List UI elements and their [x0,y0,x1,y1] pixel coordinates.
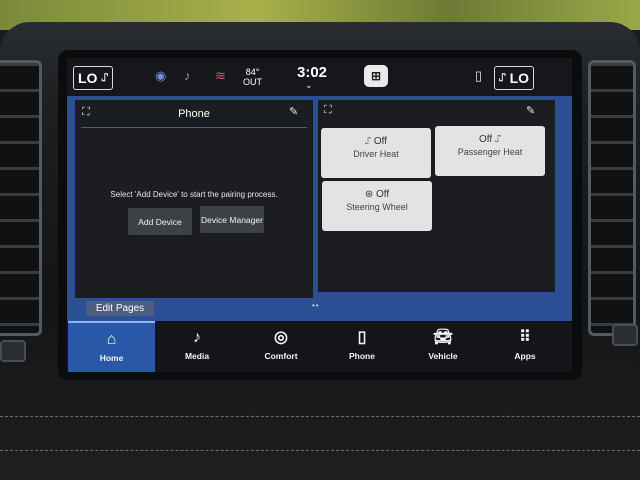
user-profile-icon[interactable]: ◉ [155,68,166,84]
edit-pages-button[interactable]: Edit Pages [86,301,154,316]
steering-wheel-label: Steering Wheel [346,202,408,212]
add-device-button[interactable]: Add Device [128,208,192,235]
comfort-icon: ◎ [274,329,288,346]
clock[interactable]: 3:02 [297,64,327,81]
steering-wheel-heat-icon: ⊛ Off [364,189,390,200]
device-manager-button[interactable]: Device Manager [200,206,264,233]
driver-heat-state: Off [373,136,387,147]
phone-widget: ⛶ Phone ✎ Select 'Add Device' to start t… [75,100,313,298]
nav-apps[interactable]: ⠿ Apps [483,321,567,372]
steering-wheel-tile[interactable]: ⊛ Off Steering Wheel [322,181,432,231]
phone-widget-title: Phone [178,108,210,120]
passenger-climate-button[interactable]: ⑀ LO [494,66,535,90]
nav-home-label: Home [99,353,124,363]
page-indicator[interactable]: •• [312,301,320,310]
driver-heat-label: Driver Heat [353,149,399,159]
edit-icon[interactable]: ✎ [526,104,535,117]
seat-icon: ⑀ [101,72,109,84]
passenger-heat-state: Off [479,134,493,145]
passenger-temp-setting: LO [509,70,530,86]
car-icon: 🚘︎ [432,329,454,346]
infotainment-screen: LO ⑀ ◉ ♪ ≋ 84° OUT 3:02 ⌄ ⊞ ▯ ⑀ LO ⛶ Pho… [67,58,572,372]
nav-comfort-label: Comfort [264,351,298,361]
driver-climate-button[interactable]: LO ⑀ [73,66,114,90]
expand-icon[interactable]: ⛶ [324,104,332,117]
seat-heat-icon: Off ⑀ [479,134,501,145]
temperature-label: OUT [243,77,262,87]
nav-media[interactable]: ♪ Media [155,321,239,372]
driver-heat-tile[interactable]: ⑀ Off Driver Heat [321,128,431,178]
nav-home[interactable]: ⌂ Home [68,321,155,372]
nav-media-label: Media [184,351,210,361]
bottom-nav-bar: ⌂ Home ♪ Media ◎ Comfort ▯ Phone 🚘︎ Vehi… [67,321,572,372]
home-page: ⛶ Phone ✎ Select 'Add Device' to start t… [67,96,572,372]
music-note-icon: ♪ [193,329,201,346]
edit-icon[interactable]: ✎ [289,105,298,118]
nav-comfort[interactable]: ◎ Comfort [239,321,323,372]
left-vent-knob [0,340,26,362]
status-bar: LO ⑀ ◉ ♪ ≋ 84° OUT 3:02 ⌄ ⊞ ▯ ⑀ LO [67,58,572,96]
comfort-widget: ⛶ ✎ ⑀ Off Driver Heat Off ⑀ Passenger He… [318,100,555,292]
pairing-message: Select 'Add Device' to start the pairing… [110,190,278,199]
passenger-heat-tile[interactable]: Off ⑀ Passenger Heat [435,126,545,176]
seat-stitching [0,416,640,418]
chevron-down-icon[interactable]: ⌄ [305,80,313,91]
phone-icon: ▯ [357,329,367,346]
seat-stitching [0,450,640,452]
notification-bell-icon[interactable]: ♪ [184,68,191,83]
title-divider [81,127,307,128]
left-air-vent [0,60,42,336]
seat-icon: ⑀ [499,72,506,84]
nav-apps-label: Apps [514,351,536,361]
passenger-heat-label: Passenger Heat [457,147,523,157]
seat-heat-icon: ⑀ Off [365,136,387,147]
grid-icon: ⠿ [519,329,531,346]
driver-temp-setting: LO [78,70,98,86]
wifi-icon[interactable]: ≋ [215,68,226,84]
right-air-vent [588,60,636,336]
apps-shortcut-button[interactable]: ⊞ [364,65,388,87]
temperature-value: 84° [245,67,260,77]
right-vent-knob [612,324,638,346]
nav-phone-label: Phone [349,351,375,361]
nav-vehicle-label: Vehicle [428,351,458,361]
nav-vehicle[interactable]: 🚘︎ Vehicle [401,321,485,372]
nav-phone[interactable]: ▯ Phone [320,321,404,372]
outside-temperature: 84° OUT [243,67,262,87]
grid-icon: ⊞ [370,69,382,83]
phone-status-icon: ▯ [475,68,483,83]
steering-wheel-state: Off [376,189,390,200]
home-icon: ⌂ [106,331,117,348]
